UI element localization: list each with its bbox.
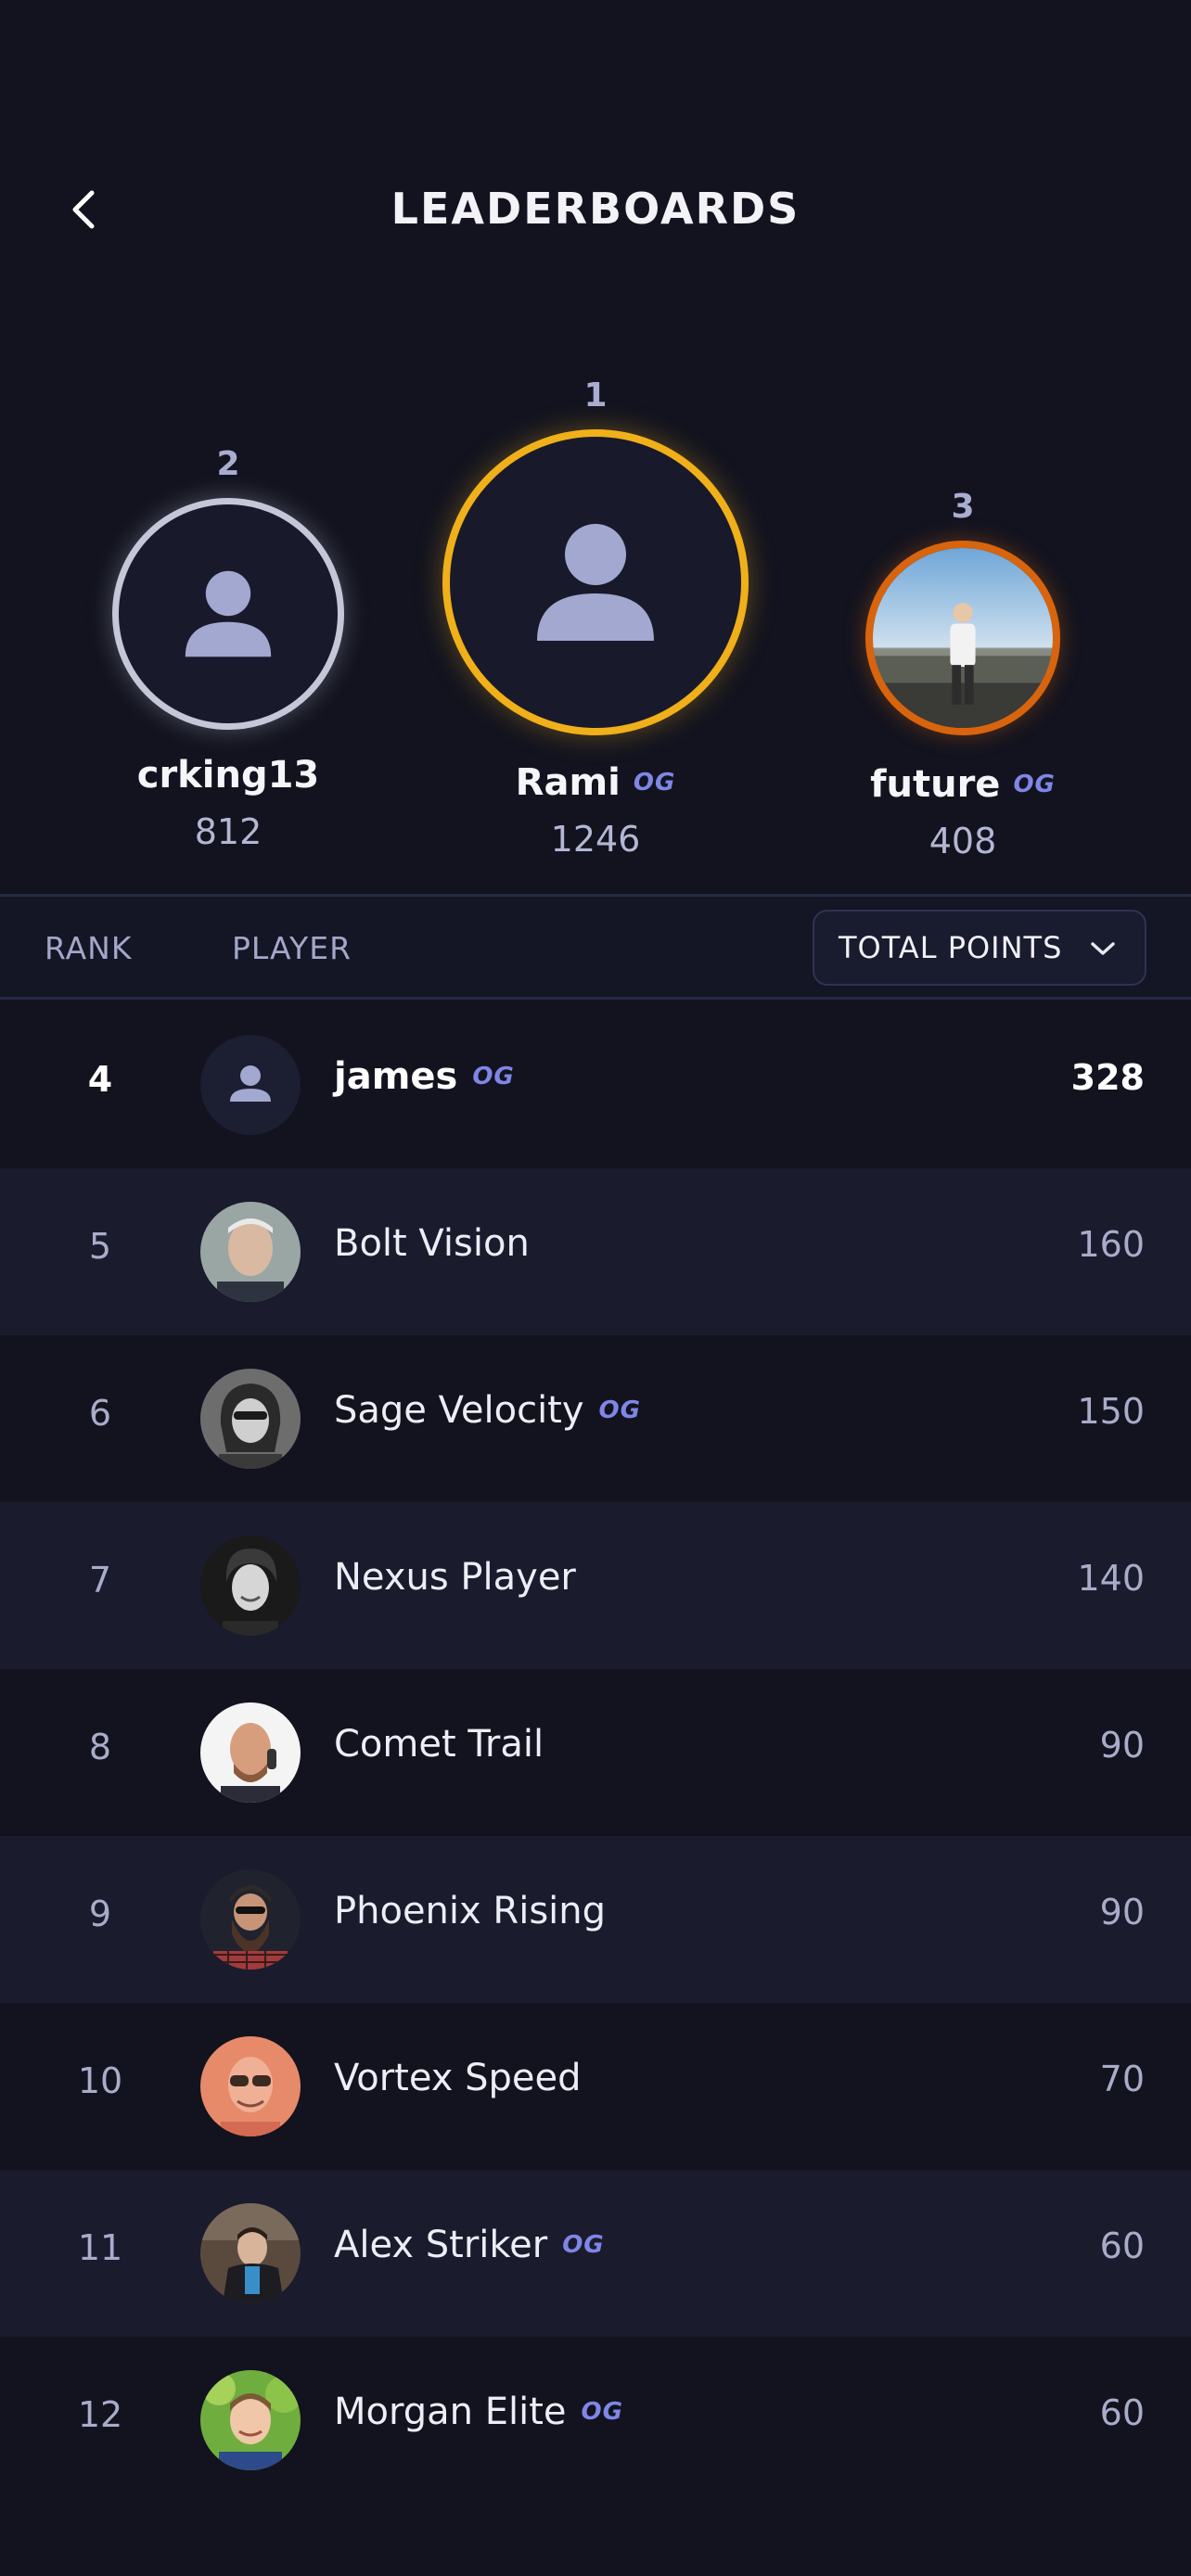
row-rank: 6 [88, 1393, 112, 1434]
table-row-current-user[interactable]: 4 james OG 328 [0, 1001, 1191, 1168]
og-badge: OG [633, 769, 676, 797]
row-rank: 7 [88, 1560, 112, 1600]
podium-second-place[interactable]: 2 crking13 812 [108, 445, 349, 852]
player-name: Sage Velocity [334, 1389, 584, 1432]
avatar-photo [200, 2370, 301, 2470]
avatar-photo [200, 1536, 301, 1636]
og-badge: OG [562, 2231, 605, 2259]
row-score: 90 [1099, 1725, 1145, 1766]
og-badge: OG [472, 1063, 515, 1090]
row-rank: 10 [77, 2060, 123, 2101]
table-row[interactable]: 6 Sage Velocity OG 150 [0, 1335, 1191, 1502]
table-row[interactable]: 8 Comet Trail 90 [0, 1669, 1191, 1836]
avatar [200, 1869, 301, 1970]
avatar [200, 2036, 301, 2136]
sort-dropdown-value: TOTAL POINTS [839, 930, 1063, 965]
row-score: 150 [1077, 1391, 1145, 1432]
table-row[interactable]: 9 Phoenix Rising 90 [0, 1836, 1191, 2003]
table-row[interactable]: 10 Vortex Speed 70 [0, 2003, 1191, 2170]
row-rank: 9 [88, 1894, 112, 1934]
avatar [200, 1035, 301, 1135]
og-badge: OG [1013, 771, 1056, 798]
row-rank: 5 [88, 1226, 112, 1267]
person-placeholder-icon [230, 1065, 271, 1102]
avatar-photo [200, 1202, 301, 1302]
row-score: 90 [1099, 1892, 1145, 1932]
avatar-photo [200, 1869, 301, 1970]
person-placeholder-icon [185, 570, 272, 657]
player-column-label: PLAYER [232, 930, 352, 966]
player-name: Rami [515, 761, 621, 804]
player-name: Phoenix Rising [334, 1890, 607, 1932]
player-name: Morgan Elite [334, 2391, 567, 2433]
avatar [200, 2203, 301, 2303]
avatar-photo [873, 548, 1053, 728]
row-score: 60 [1099, 2225, 1145, 2266]
avatar-photo [200, 1369, 301, 1469]
player-name: Bolt Vision [334, 1222, 530, 1265]
player-score: 812 [194, 811, 263, 852]
person-placeholder-icon [537, 524, 654, 641]
chevron-down-icon [1091, 942, 1115, 955]
row-score: 60 [1099, 2392, 1145, 2433]
row-rank: 4 [87, 1059, 113, 1100]
player-name: crking13 [136, 754, 320, 797]
avatar-photo [200, 2203, 301, 2303]
player-name: james [334, 1055, 458, 1098]
avatar [200, 1536, 301, 1636]
podium-third-place[interactable]: 3 future OG 408 [861, 488, 1065, 861]
avatar-photo [200, 1702, 301, 1803]
avatar [200, 2370, 301, 2470]
table-row[interactable]: 12 Morgan Elite OG 60 [0, 2337, 1191, 2504]
podium-rank: 2 [216, 445, 240, 483]
avatar [112, 498, 344, 730]
avatar [200, 1702, 301, 1803]
player-name: Comet Trail [334, 1723, 544, 1766]
row-rank: 12 [77, 2394, 123, 2435]
table-row[interactable]: 5 Bolt Vision 160 [0, 1168, 1191, 1335]
page-title: LEADERBOARDS [391, 184, 800, 234]
table-row[interactable]: 11 Alex Striker OG 60 [0, 2170, 1191, 2337]
sort-dropdown[interactable]: TOTAL POINTS [813, 910, 1146, 986]
og-badge: OG [598, 1396, 641, 1424]
header: LEADERBOARDS [0, 167, 1191, 250]
player-name: Vortex Speed [334, 2057, 582, 2099]
row-score: 70 [1099, 2059, 1145, 2099]
leaderboard-list: 4 james OG 328 5 Bolt Vision 160 6 Sage … [0, 1001, 1191, 2504]
row-score: 328 [1070, 1057, 1145, 1098]
avatar-photo [200, 2036, 301, 2136]
avatar [865, 541, 1060, 735]
row-score: 140 [1077, 1558, 1145, 1599]
avatar [200, 1202, 301, 1302]
row-score: 160 [1077, 1224, 1145, 1265]
avatar [200, 1369, 301, 1469]
row-rank: 8 [88, 1727, 112, 1767]
row-rank: 11 [77, 2227, 123, 2268]
podium: 2 crking13 812 1 Rami OG 1246 3 future O… [0, 352, 1191, 872]
og-badge: OG [581, 2398, 623, 2426]
player-name: Alex Striker [334, 2224, 548, 2266]
player-name: Nexus Player [334, 1556, 576, 1599]
rank-column-label: RANK [45, 930, 133, 966]
table-row[interactable]: 7 Nexus Player 140 [0, 1502, 1191, 1669]
podium-first-place[interactable]: 1 Rami OG 1246 [434, 376, 757, 860]
podium-rank: 1 [583, 376, 608, 414]
podium-rank: 3 [951, 488, 975, 526]
player-name: future [870, 763, 1001, 806]
player-score: 408 [928, 821, 997, 861]
player-score: 1246 [550, 819, 641, 860]
avatar [442, 429, 749, 735]
column-header: RANK PLAYER TOTAL POINTS [0, 894, 1191, 1000]
